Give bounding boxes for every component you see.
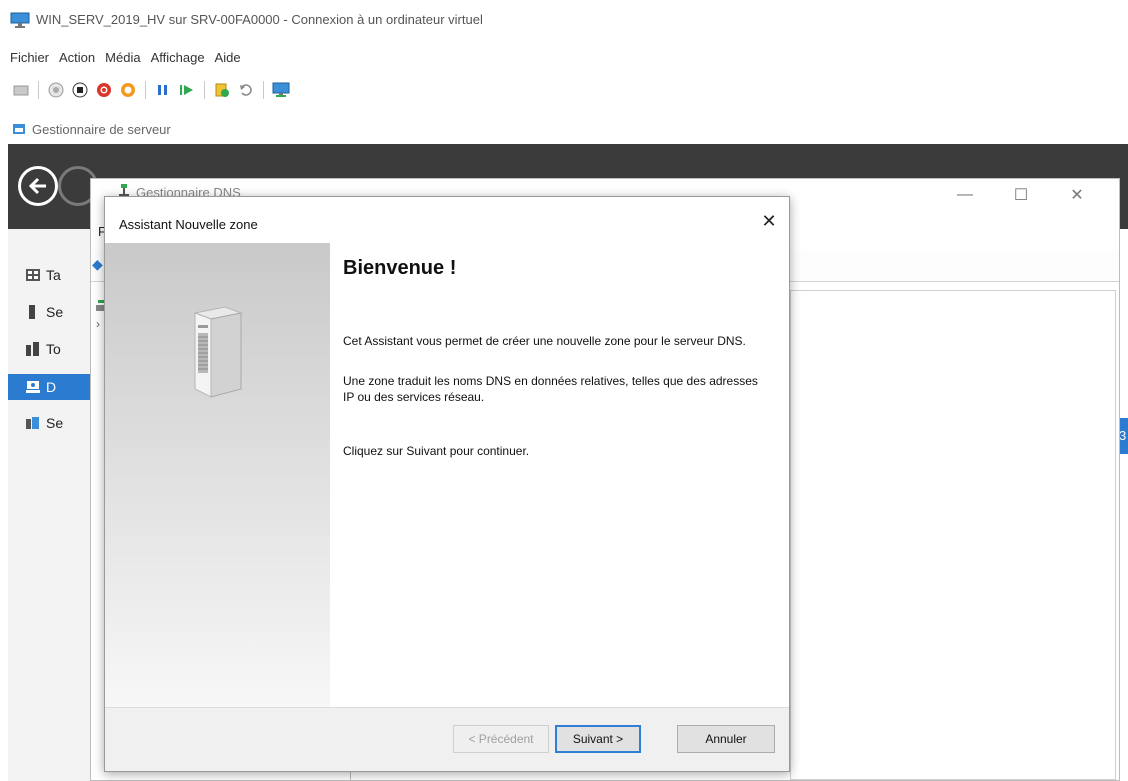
- sidebar-item-label: D: [46, 379, 57, 395]
- menu-media[interactable]: Média: [105, 50, 140, 70]
- sidebar-item-label: Ta: [46, 267, 61, 283]
- server-icon: [26, 305, 40, 319]
- sidebar-item-label: To: [46, 341, 61, 357]
- wizard-zone-description: Une zone traduit les noms DNS en données…: [343, 374, 758, 404]
- wizard-intro-text: Cet Assistant vous permet de créer une n…: [343, 334, 746, 348]
- chevron-right-icon[interactable]: ›: [96, 317, 100, 331]
- ctrl-alt-del-icon[interactable]: [12, 81, 30, 99]
- turn-off-icon[interactable]: [71, 81, 89, 99]
- save-state-icon[interactable]: [119, 81, 137, 99]
- wizard-side-panel: [105, 243, 330, 707]
- sidebar-item-label: Se: [46, 415, 64, 431]
- screen: WIN_SERV_2019_HV sur SRV-00FA0000 - Conn…: [0, 0, 1128, 781]
- minimize-icon: —: [957, 186, 973, 203]
- wizard-close-button[interactable]: ✕: [755, 209, 783, 233]
- wizard-continue-hint: Cliquez sur Suivant pour continuer.: [343, 444, 530, 458]
- toolbar-separator: [263, 81, 264, 99]
- minimize-button[interactable]: —: [942, 182, 988, 208]
- all-servers-icon: [26, 342, 40, 356]
- vm-toolbar: [0, 76, 290, 104]
- menu-aide[interactable]: Aide: [215, 50, 241, 70]
- vm-menubar: Fichier Action Média Affichage Aide: [0, 50, 241, 70]
- server-manager-icon: [12, 122, 26, 136]
- start-icon[interactable]: [47, 81, 65, 99]
- wizard-titlebar: Assistant Nouvelle zone ✕: [105, 197, 789, 243]
- next-button[interactable]: Suivant >: [555, 725, 641, 753]
- vm-window-title: WIN_SERV_2019_HV sur SRV-00FA0000 - Conn…: [36, 11, 483, 27]
- shutdown-icon[interactable]: [95, 81, 113, 99]
- wizard-heading: Bienvenue !: [343, 257, 457, 279]
- menu-affichage[interactable]: Affichage: [151, 50, 205, 70]
- dns-results-pane: [790, 290, 1116, 780]
- pause-icon[interactable]: [154, 81, 172, 99]
- maximize-button[interactable]: ☐: [998, 182, 1044, 208]
- file-services-icon: [26, 416, 40, 430]
- previous-button[interactable]: < Précédent: [453, 725, 549, 753]
- toolbar-separator: [38, 81, 39, 99]
- close-icon: ✕: [761, 210, 777, 231]
- maximize-icon: ☐: [1013, 187, 1029, 204]
- dns-back-icon[interactable]: ◆: [92, 256, 103, 273]
- menu-fichier[interactable]: Fichier: [10, 50, 49, 70]
- wizard-body: Bienvenue ! Cet Assistant vous permet de…: [105, 243, 789, 707]
- enhanced-session-icon[interactable]: [272, 81, 290, 99]
- toolbar-separator: [204, 81, 205, 99]
- close-icon: ✕: [1070, 187, 1084, 204]
- server-manager-title: Gestionnaire de serveur: [32, 121, 171, 137]
- checkpoint-icon[interactable]: [213, 81, 231, 99]
- sidebar-item-label: Se: [46, 304, 64, 320]
- dns-icon: [26, 380, 40, 394]
- revert-icon[interactable]: [237, 81, 255, 99]
- wizard-title: Assistant Nouvelle zone: [119, 217, 258, 232]
- menu-action[interactable]: Action: [59, 50, 95, 70]
- resume-icon[interactable]: [178, 81, 196, 99]
- new-zone-wizard-dialog: Assistant Nouvelle zone ✕ Bienvenue ! Ce…: [104, 196, 790, 772]
- server-manager-titlebar: Gestionnaire de serveur: [0, 114, 1128, 144]
- vm-titlebar: WIN_SERV_2019_HV sur SRV-00FA0000 - Conn…: [0, 0, 1128, 38]
- cancel-button[interactable]: Annuler: [677, 725, 775, 753]
- monitor-icon: [10, 12, 30, 28]
- server-tower-icon: [185, 303, 245, 408]
- toolbar-separator: [145, 81, 146, 99]
- dashboard-icon: [26, 268, 40, 282]
- close-button[interactable]: ✕: [1054, 182, 1100, 208]
- back-button[interactable]: [18, 166, 58, 206]
